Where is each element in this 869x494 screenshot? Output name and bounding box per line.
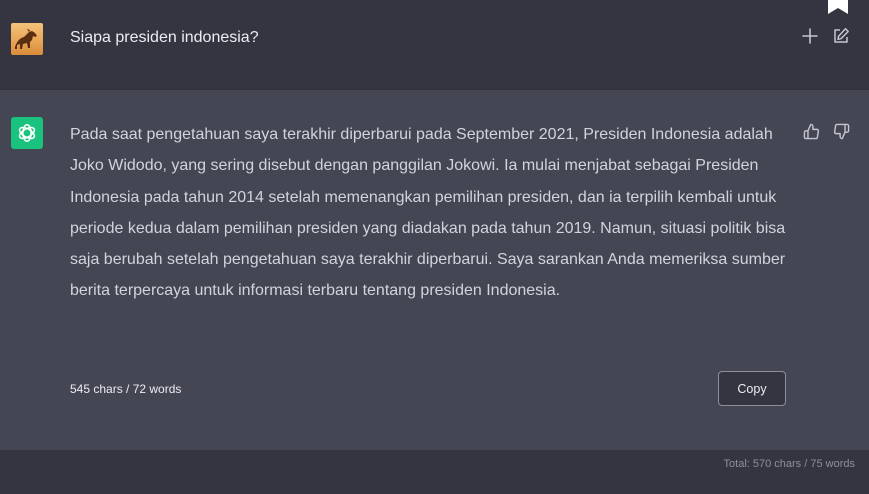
user-avatar [11,23,43,55]
total-stats: Total: 570 chars / 75 words [723,458,855,470]
thumbs-down-icon[interactable] [832,122,850,140]
plus-icon[interactable] [801,27,819,45]
footer: Total: 570 chars / 75 words [0,450,869,494]
response-stats: 545 chars / 72 words [70,382,182,396]
user-prompt-text: Siapa presiden indonesia? [70,29,259,46]
bookmark-icon[interactable] [828,0,848,14]
edit-icon[interactable] [832,27,850,45]
assistant-response-text: Pada saat pengetahuan saya terakhir dipe… [70,126,786,300]
copy-button[interactable]: Copy [718,371,786,406]
user-message-row: Siapa presiden indonesia? [0,0,869,89]
chat-page: Siapa presiden indonesia? Pada saat peng… [0,0,869,494]
horse-icon [15,29,37,49]
chatgpt-logo-icon [11,117,43,149]
assistant-message-row: Pada saat pengetahuan saya terakhir dipe… [0,89,869,451]
thumbs-up-icon[interactable] [802,122,820,140]
